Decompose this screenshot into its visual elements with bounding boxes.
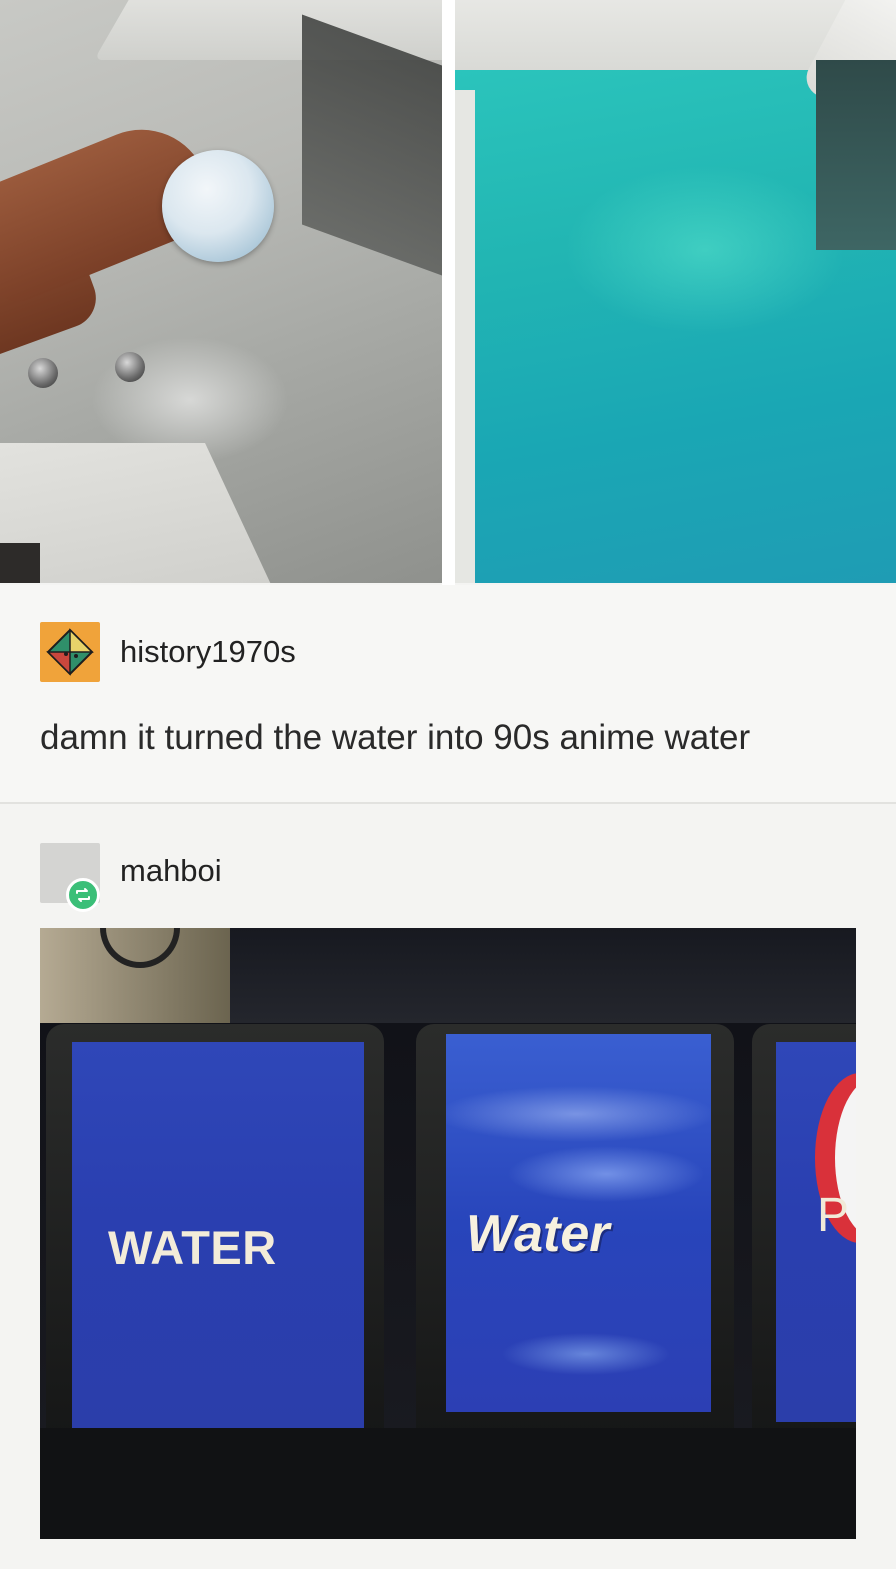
water-label-italic: Water bbox=[466, 1205, 610, 1263]
username[interactable]: mahboi bbox=[120, 853, 222, 889]
divider bbox=[0, 802, 896, 804]
post-text: damn it turned the water into 90s anime … bbox=[40, 718, 751, 757]
pepsi-letter: P bbox=[817, 1189, 850, 1242]
d20-icon bbox=[46, 628, 94, 676]
turquoise-water-photo bbox=[455, 0, 896, 583]
drain-icon bbox=[28, 358, 58, 388]
top-photo-row bbox=[0, 0, 896, 585]
water-label: WATER bbox=[108, 1221, 277, 1274]
reblog-icon bbox=[66, 878, 100, 912]
bath-bomb bbox=[162, 150, 274, 262]
bath-bomb-photo bbox=[0, 0, 442, 583]
soda-machine-photo: WATER Water P bbox=[40, 928, 856, 1539]
drain-icon bbox=[115, 352, 145, 382]
username[interactable]: history1970s bbox=[120, 634, 296, 670]
water-button-panel: WATER bbox=[46, 1024, 384, 1454]
avatar[interactable] bbox=[40, 622, 100, 682]
post-block bbox=[0, 585, 896, 802]
water-button-panel-2: Water bbox=[416, 1024, 734, 1454]
